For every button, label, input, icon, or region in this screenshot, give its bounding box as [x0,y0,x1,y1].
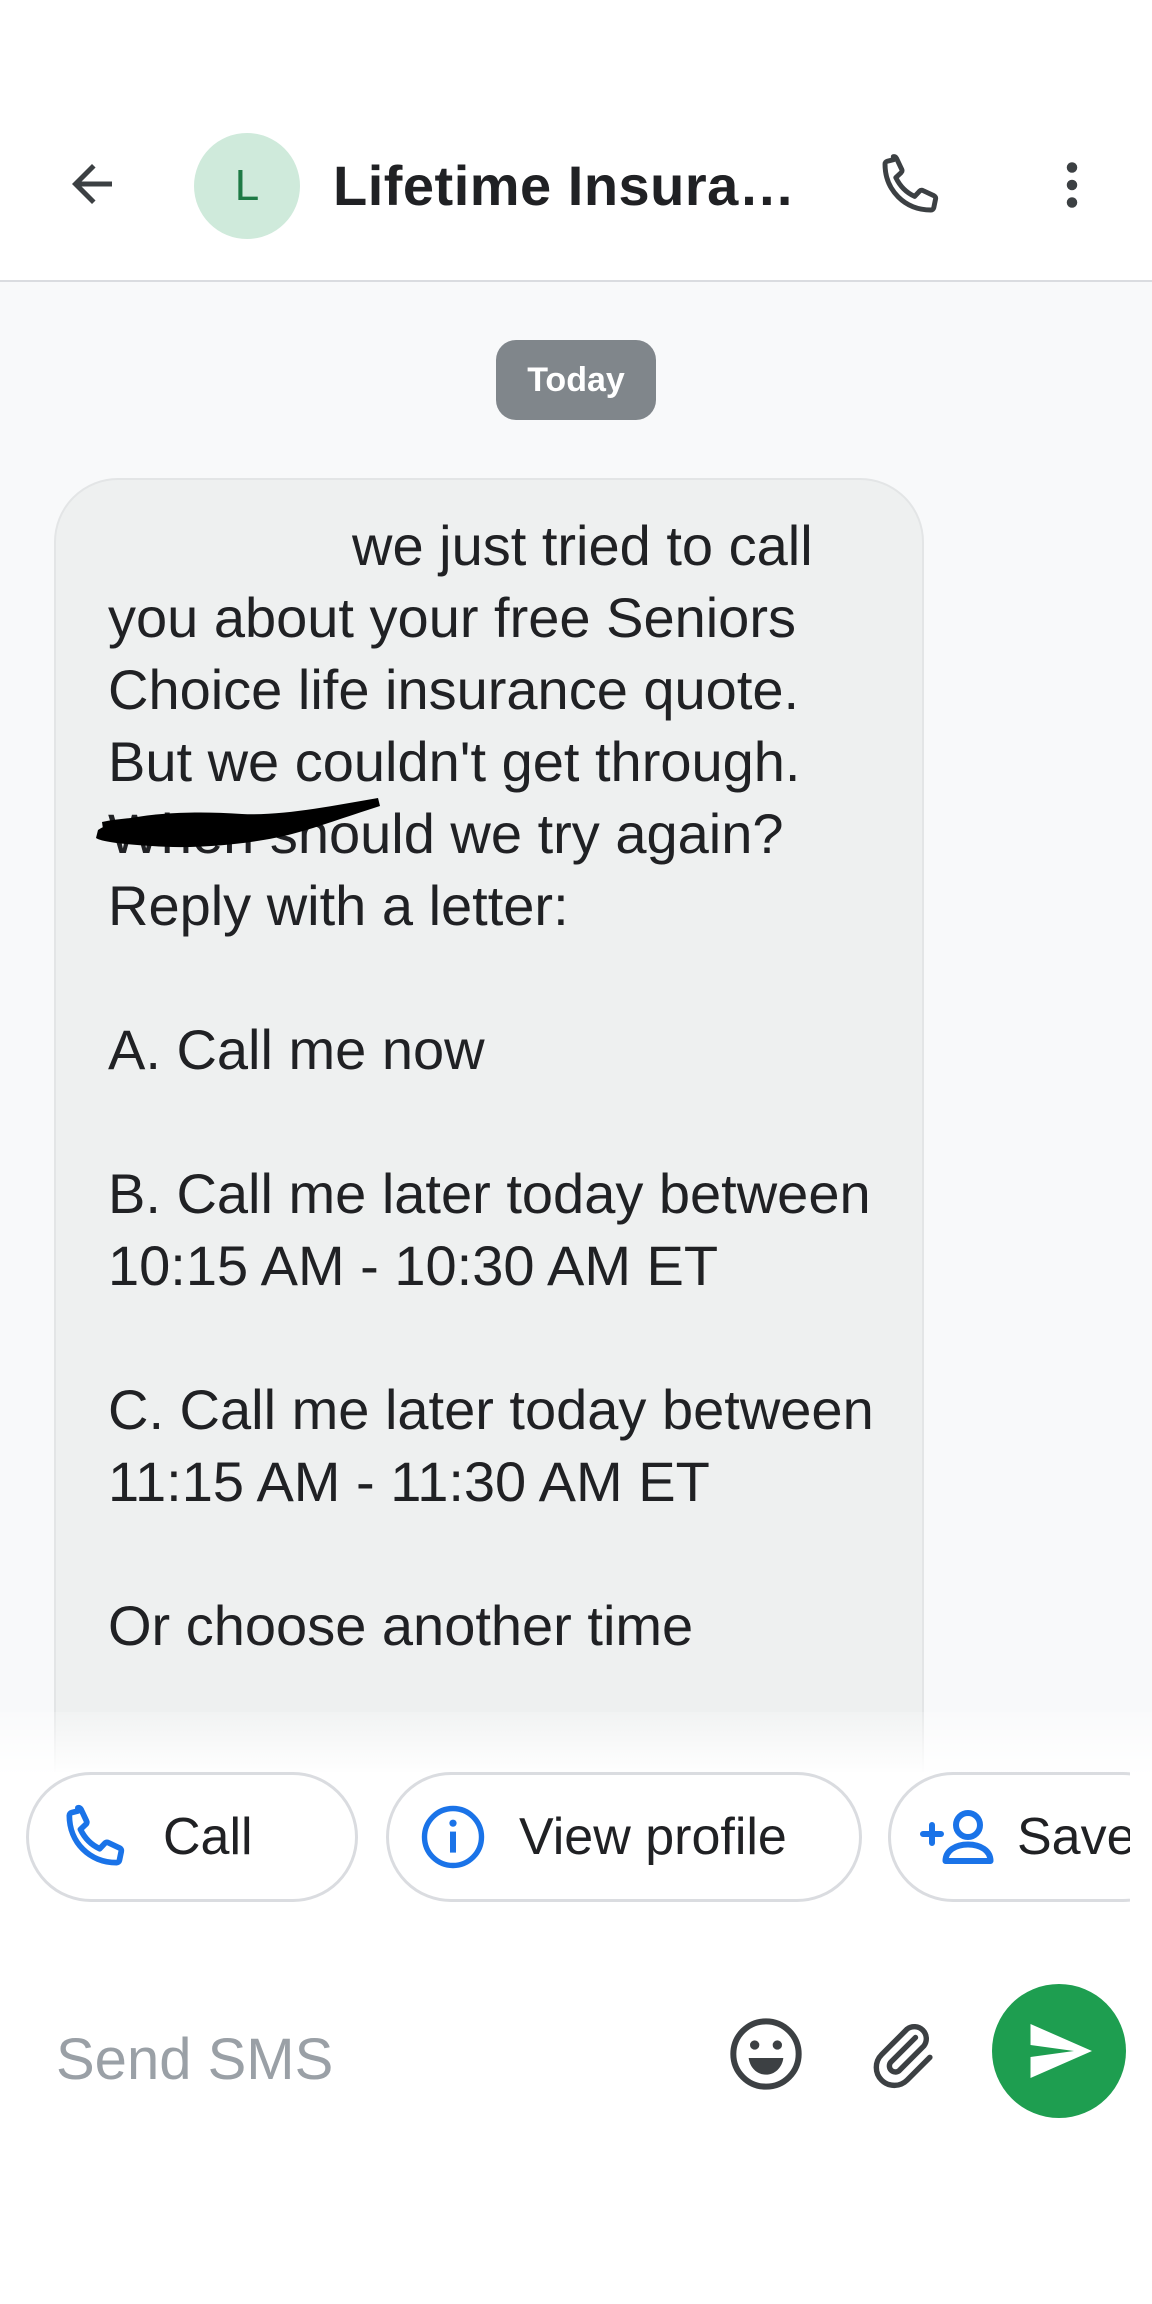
avatar-initial: L [234,161,260,210]
more-vert-icon [1066,162,1078,208]
back-button[interactable] [52,144,132,224]
send-icon [1030,2024,1092,2078]
suggestion-chips: Call View profile Save [0,1772,1130,1932]
save-contact-chip[interactable]: Save [888,1772,1130,1902]
conversation-area[interactable]: Today we just tried to call you about yo… [0,282,1152,1772]
add-person-icon [920,1810,994,1864]
redaction-scribble [96,798,380,848]
attach-button[interactable] [862,2014,942,2094]
avatar[interactable]: L [194,133,300,239]
back-arrow-icon [72,164,112,204]
call-chip-label: Call [163,1808,253,1866]
message-bubble[interactable]: we just tried to call you about your fre… [54,478,924,1772]
emoji-icon [730,2018,802,2090]
save-contact-chip-label: Save [1017,1808,1130,1866]
call-chip[interactable]: Call [26,1772,358,1902]
info-icon [421,1805,485,1869]
list-fade [0,1712,1152,1772]
attach-icon [873,2024,933,2089]
contact-name[interactable]: Lifetime Insurance [333,150,813,222]
message-body: we just tried to call you about your fre… [108,514,874,1657]
message-input[interactable] [54,2018,658,2100]
view-profile-chip[interactable]: View profile [386,1772,862,1902]
view-profile-chip-label: View profile [519,1808,787,1866]
date-divider: Today [496,340,656,420]
compose-bar [0,1932,1152,2304]
emoji-button[interactable] [726,2014,806,2094]
call-button[interactable] [870,145,950,225]
more-options-button[interactable] [1032,145,1112,225]
app-bar: L Lifetime Insurance [0,0,1152,282]
message-text: we just tried to call you about your fre… [108,510,898,1662]
phone-icon [66,1804,125,1866]
phone-icon [882,154,939,213]
send-button[interactable] [992,1984,1126,2118]
